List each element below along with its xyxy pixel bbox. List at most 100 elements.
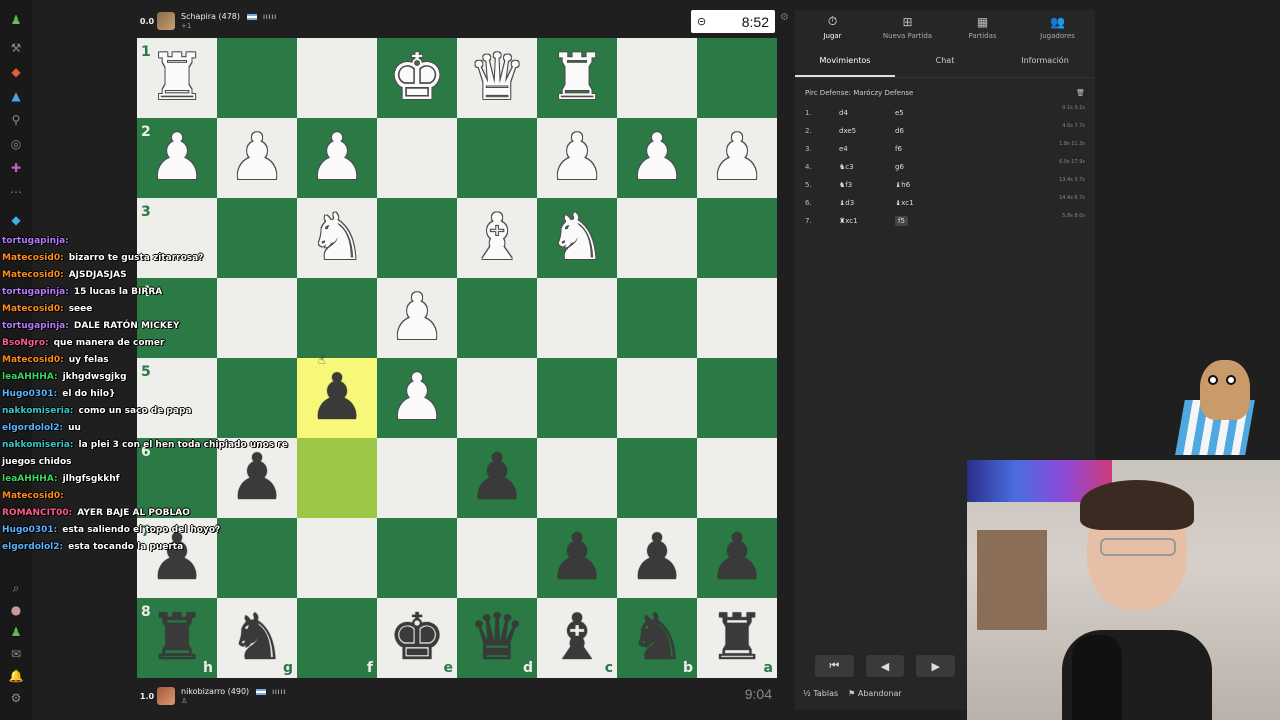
square-d2[interactable] [457, 118, 537, 198]
black-move[interactable]: ♝xc1 [895, 199, 951, 207]
white-queen-icon[interactable]: ♛ [468, 46, 525, 110]
square-g1[interactable] [217, 38, 297, 118]
square-a5[interactable] [697, 358, 777, 438]
nav-jugadores[interactable]: 👥 Jugadores [1020, 10, 1095, 44]
messages-icon[interactable]: ✉ [8, 646, 24, 662]
black-move[interactable]: e5 [895, 109, 951, 117]
square-e6[interactable] [377, 438, 457, 518]
chat-username[interactable]: Matecosid0: [2, 355, 64, 365]
black-move[interactable]: ♝h6 [895, 181, 951, 189]
square-d3[interactable]: ♝ [457, 198, 537, 278]
black-king-icon[interactable]: ♚ [388, 606, 445, 670]
graduation-cap-icon[interactable]: ▲ [8, 88, 24, 104]
square-h8[interactable]: 8 h ♜ [137, 598, 217, 678]
hammer-icon[interactable]: ⚒ [8, 40, 24, 56]
square-d5[interactable] [457, 358, 537, 438]
white-move[interactable]: dxe5 [839, 127, 895, 135]
black-queen-icon[interactable]: ♛ [468, 606, 525, 670]
white-move[interactable]: d4 [839, 109, 895, 117]
white-pawn-icon[interactable]: ♟ [628, 126, 685, 190]
square-b6[interactable] [617, 438, 697, 518]
square-a6[interactable] [697, 438, 777, 518]
square-e7[interactable] [377, 518, 457, 598]
square-f1[interactable] [297, 38, 377, 118]
black-pawn-icon[interactable]: ♟ [628, 526, 685, 590]
square-h2[interactable]: 2 ♟ [137, 118, 217, 198]
chat-username[interactable]: tortugapinja: [2, 321, 69, 331]
square-d6[interactable]: ♟ [457, 438, 537, 518]
white-move[interactable]: e4 [839, 145, 895, 153]
square-a1[interactable] [697, 38, 777, 118]
top-player-avatar[interactable] [157, 12, 175, 30]
square-b5[interactable] [617, 358, 697, 438]
tab-chat[interactable]: Chat [895, 46, 995, 77]
next-move-icon[interactable]: ▶ [916, 655, 956, 677]
tab-movimientos[interactable]: Movimientos [795, 46, 895, 77]
trash-icon[interactable]: 🗑 [1076, 89, 1085, 97]
square-c7[interactable]: ♟ [537, 518, 617, 598]
settings-icon[interactable]: ⚙ [8, 690, 24, 706]
avatar-icon[interactable]: ● [8, 602, 24, 618]
white-pawn-icon[interactable]: ♟ [708, 126, 765, 190]
square-g8[interactable]: g ♞ [217, 598, 297, 678]
square-e4[interactable]: ♟ [377, 278, 457, 358]
square-b7[interactable]: ♟ [617, 518, 697, 598]
white-move[interactable]: ♜xc1 [839, 217, 895, 225]
previous-move-icon[interactable]: ◀ [865, 655, 905, 677]
black-pawn-icon[interactable]: ♟ [548, 526, 605, 590]
square-a2[interactable]: ♟ [697, 118, 777, 198]
square-f3[interactable]: ♞ [297, 198, 377, 278]
chat-username[interactable]: nakkomiseria: [2, 440, 74, 450]
square-b8[interactable]: b ♞ [617, 598, 697, 678]
chat-username[interactable]: Hugo0301: [2, 525, 57, 535]
square-d4[interactable] [457, 278, 537, 358]
square-c4[interactable] [537, 278, 617, 358]
white-pawn-icon[interactable]: ♟ [548, 126, 605, 190]
puzzle-icon[interactable]: ✚ [8, 160, 24, 176]
square-f7[interactable] [297, 518, 377, 598]
search-icon[interactable]: ⌕ [8, 580, 24, 596]
binoculars-icon[interactable]: ◎ [8, 136, 24, 152]
square-b3[interactable] [617, 198, 697, 278]
square-c6[interactable] [537, 438, 617, 518]
chat-username[interactable]: Matecosid0: [2, 491, 64, 501]
chat-username[interactable]: Matecosid0: [2, 270, 64, 280]
friends-icon[interactable]: ♟ [8, 624, 24, 640]
square-a3[interactable] [697, 198, 777, 278]
square-f5[interactable]: ♟ [297, 358, 377, 438]
white-pawn-icon[interactable]: ♟ [148, 126, 205, 190]
white-move[interactable]: ♝d3 [839, 199, 895, 207]
nav-partidas[interactable]: ▦ Partidas [945, 10, 1020, 44]
white-pawn-icon[interactable]: ♟ [308, 126, 365, 190]
top-player-name[interactable]: Schapira [181, 12, 216, 21]
chat-username[interactable]: tortugapinja: [2, 236, 69, 246]
resign-button[interactable]: ⚑ Abandonar [848, 689, 901, 698]
square-e8[interactable]: e ♚ [377, 598, 457, 678]
white-knight-icon[interactable]: ♞ [308, 206, 365, 270]
square-a7[interactable]: ♟ [697, 518, 777, 598]
chat-username[interactable]: leaAHHHA: [2, 372, 58, 382]
black-rook-icon[interactable]: ♜ [148, 606, 205, 670]
chat-username[interactable]: elgordolol2: [2, 423, 63, 433]
diamond-icon[interactable]: ◆ [8, 212, 24, 228]
black-pawn-icon[interactable]: ♟ [308, 366, 365, 430]
square-d1[interactable]: ♛ [457, 38, 537, 118]
chat-username[interactable]: Matecosid0: [2, 304, 64, 314]
square-f8[interactable]: f [297, 598, 377, 678]
square-h1[interactable]: 1 ♜ [137, 38, 217, 118]
chat-username[interactable]: Matecosid0: [2, 253, 64, 263]
black-knight-icon[interactable]: ♞ [228, 606, 285, 670]
nav-nueva-partida[interactable]: ⊞ Nueva Partida [870, 10, 945, 44]
more-icon[interactable]: ⋯ [8, 184, 24, 200]
square-c8[interactable]: c ♝ [537, 598, 617, 678]
black-pawn-icon[interactable]: ♟ [708, 526, 765, 590]
square-b1[interactable] [617, 38, 697, 118]
square-f6[interactable] [297, 438, 377, 518]
chat-username[interactable]: nakkomiseria: [2, 406, 74, 416]
square-d8[interactable]: d ♛ [457, 598, 537, 678]
first-move-icon[interactable]: ⏮ [815, 655, 854, 677]
square-a4[interactable] [697, 278, 777, 358]
black-move[interactable]: f6 [895, 145, 951, 153]
square-e5[interactable]: ♟ [377, 358, 457, 438]
microscope-icon[interactable]: ⚲ [8, 112, 24, 128]
